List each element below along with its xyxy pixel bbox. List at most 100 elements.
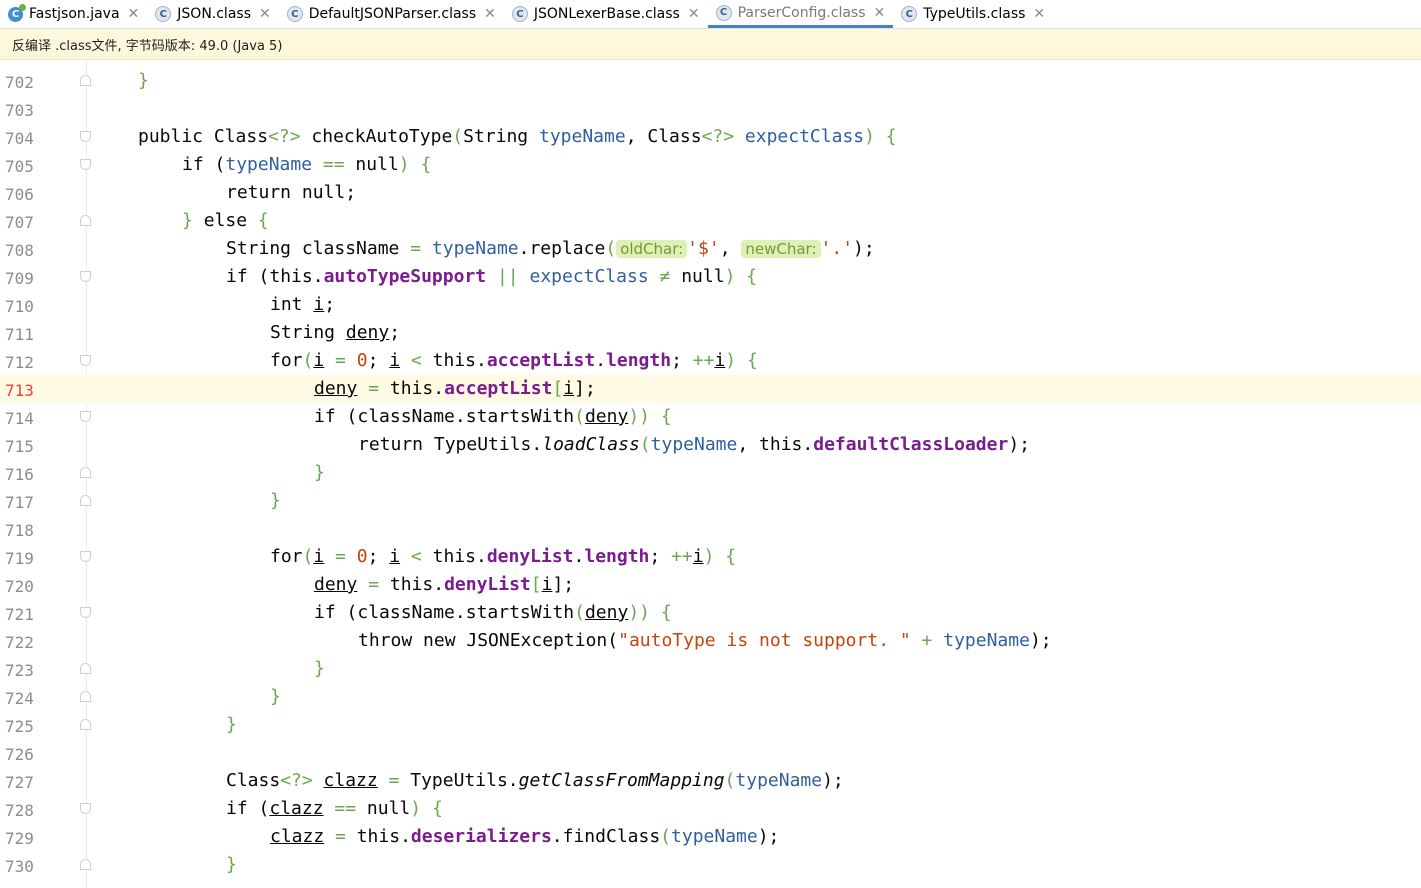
code-line[interactable]: 717 } (0, 487, 1421, 515)
line-number: 714 (5, 409, 34, 428)
tab-typeutils-class[interactable]: C TypeUtils.class ✕ (893, 0, 1053, 28)
java-class-icon: C (8, 3, 26, 22)
fold-marker-icon[interactable] (80, 607, 91, 618)
code-text: throw new JSONException("autoType is not… (358, 630, 1052, 651)
code-text: deny = this.denyList[i]; (314, 574, 575, 595)
close-icon[interactable]: ✕ (1033, 6, 1045, 22)
fold-marker-icon[interactable] (80, 75, 91, 86)
fold-marker-icon[interactable] (80, 551, 91, 562)
compiled-class-icon: C (901, 6, 918, 22)
code-text: return null; (226, 182, 357, 203)
code-line[interactable]: 708 String className = typeName.replace(… (0, 235, 1421, 263)
code-line[interactable]: 709 if (this.autoTypeSupport || expectCl… (0, 263, 1421, 291)
fold-marker-icon[interactable] (80, 859, 91, 870)
code-line[interactable]: 731 (0, 879, 1421, 888)
code-line[interactable]: 703 (0, 95, 1421, 123)
code-line[interactable]: 724 } (0, 683, 1421, 711)
code-line[interactable]: 727 Class<?> clazz = TypeUtils.getClassF… (0, 767, 1421, 795)
line-number: 706 (5, 185, 34, 204)
code-text: String deny; (270, 322, 401, 343)
param-hint-oldchar: oldChar: (616, 240, 688, 258)
code-line[interactable]: 706 return null; (0, 179, 1421, 207)
code-line[interactable]: 719 for(i = 0; i < this.denyList.length;… (0, 543, 1421, 571)
code-text: deny = this.acceptList[i]; (314, 378, 596, 399)
code-line-current[interactable]: 713 deny = this.acceptList[i]; (0, 375, 1421, 403)
line-number: 704 (5, 129, 34, 148)
code-line[interactable]: 707 } else { (0, 207, 1421, 235)
tab-defaultjsonparser-class[interactable]: C DefaultJSONParser.class ✕ (279, 0, 504, 28)
tab-fastjson-java[interactable]: C Fastjson.java ✕ (0, 0, 147, 28)
code-text: if (className.startsWith(deny)) { (314, 406, 672, 427)
fold-marker-icon[interactable] (80, 411, 91, 422)
fold-marker-icon[interactable] (80, 215, 91, 226)
fold-marker-icon[interactable] (80, 719, 91, 730)
code-line[interactable]: 725 } (0, 711, 1421, 739)
code-text: } (270, 686, 281, 707)
tab-label: JSON.class (177, 6, 251, 22)
param-hint-newchar: newChar: (741, 240, 821, 258)
fold-marker-icon[interactable] (80, 803, 91, 814)
code-text: } (138, 70, 149, 91)
code-line[interactable]: 715 return TypeUtils.loadClass(typeName,… (0, 431, 1421, 459)
fold-marker-icon[interactable] (80, 467, 91, 478)
code-text: } (314, 658, 325, 679)
code-line[interactable]: 723 } (0, 655, 1421, 683)
code-line[interactable]: 726 (0, 739, 1421, 767)
fold-marker-icon[interactable] (80, 663, 91, 674)
line-number: 721 (5, 605, 34, 624)
line-number: 705 (5, 157, 34, 176)
tab-jsonlexerbase-class[interactable]: C JSONLexerBase.class ✕ (504, 0, 708, 28)
code-line[interactable]: 711 String deny; (0, 319, 1421, 347)
code-line[interactable]: 705 if (typeName == null) { (0, 151, 1421, 179)
close-icon[interactable]: ✕ (688, 6, 700, 22)
code-text: } (270, 490, 281, 511)
close-icon[interactable]: ✕ (128, 6, 140, 22)
editor-tab-bar: C Fastjson.java ✕ C JSON.class ✕ C Defau… (0, 0, 1421, 29)
code-line[interactable]: 722 throw new JSONException("autoType is… (0, 627, 1421, 655)
code-line[interactable]: 710 int i; (0, 291, 1421, 319)
code-text: return TypeUtils.loadClass(typeName, thi… (358, 434, 1030, 455)
code-text: if (className.startsWith(deny)) { (314, 602, 672, 623)
close-icon[interactable]: ✕ (259, 6, 271, 22)
compiled-class-icon: C (155, 6, 172, 22)
tab-parserconfig-class[interactable]: C ParserConfig.class ✕ (707, 0, 894, 28)
code-line[interactable]: 714 if (className.startsWith(deny)) { (0, 403, 1421, 431)
code-line[interactable]: 720 deny = this.denyList[i]; (0, 571, 1421, 599)
line-number: 718 (5, 521, 34, 540)
line-number: 708 (5, 241, 34, 260)
line-number: 713 (5, 381, 34, 400)
code-text: int i; (270, 294, 336, 315)
code-line[interactable]: 704 public Class<?> checkAutoType(String… (0, 123, 1421, 151)
code-line[interactable]: 716 } (0, 459, 1421, 487)
code-line[interactable]: 728 if (clazz == null) { (0, 795, 1421, 823)
fold-marker-icon[interactable] (80, 159, 91, 170)
line-number: 730 (5, 857, 34, 876)
code-line[interactable]: 730 } (0, 851, 1421, 879)
code-text: if (this.autoTypeSupport || expectClass … (226, 266, 758, 287)
code-line[interactable]: 718 (0, 515, 1421, 543)
fold-marker-icon[interactable] (80, 131, 91, 142)
tab-json-class[interactable]: C JSON.class ✕ (147, 0, 278, 28)
close-icon[interactable]: ✕ (484, 6, 496, 22)
tab-label: DefaultJSONParser.class (308, 6, 477, 22)
close-icon[interactable]: ✕ (874, 5, 886, 21)
fold-marker-icon[interactable] (80, 691, 91, 702)
line-number: 728 (5, 801, 34, 820)
fold-marker-icon[interactable] (80, 271, 91, 282)
line-number: 717 (5, 493, 34, 512)
code-line[interactable]: 721 if (className.startsWith(deny)) { (0, 599, 1421, 627)
code-line[interactable]: 702 } (0, 67, 1421, 95)
code-text: String className = typeName.replace(oldC… (226, 238, 875, 259)
tab-label: ParserConfig.class (737, 4, 866, 21)
fold-marker-icon[interactable] (80, 355, 91, 366)
line-number: 716 (5, 465, 34, 484)
code-text: if (clazz == null) { (226, 798, 443, 819)
code-text: clazz = this.deserializers.findClass(typ… (270, 826, 780, 847)
code-editor[interactable]: 702 } 703 704 public Class<?> checkAutoT… (0, 61, 1421, 888)
code-line[interactable]: 712 for(i = 0; i < this.acceptList.lengt… (0, 347, 1421, 375)
line-number: 720 (5, 577, 34, 596)
fold-marker-icon[interactable] (80, 495, 91, 506)
code-text: } (226, 854, 237, 875)
code-line[interactable]: 729 clazz = this.deserializers.findClass… (0, 823, 1421, 851)
line-number: 702 (5, 73, 34, 92)
